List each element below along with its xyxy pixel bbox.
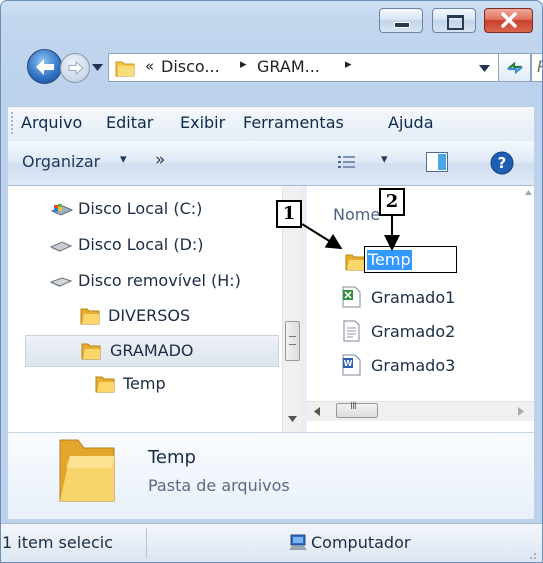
- callout-arrows: [301, 216, 400, 251]
- callout-1-arrow: [301, 223, 343, 250]
